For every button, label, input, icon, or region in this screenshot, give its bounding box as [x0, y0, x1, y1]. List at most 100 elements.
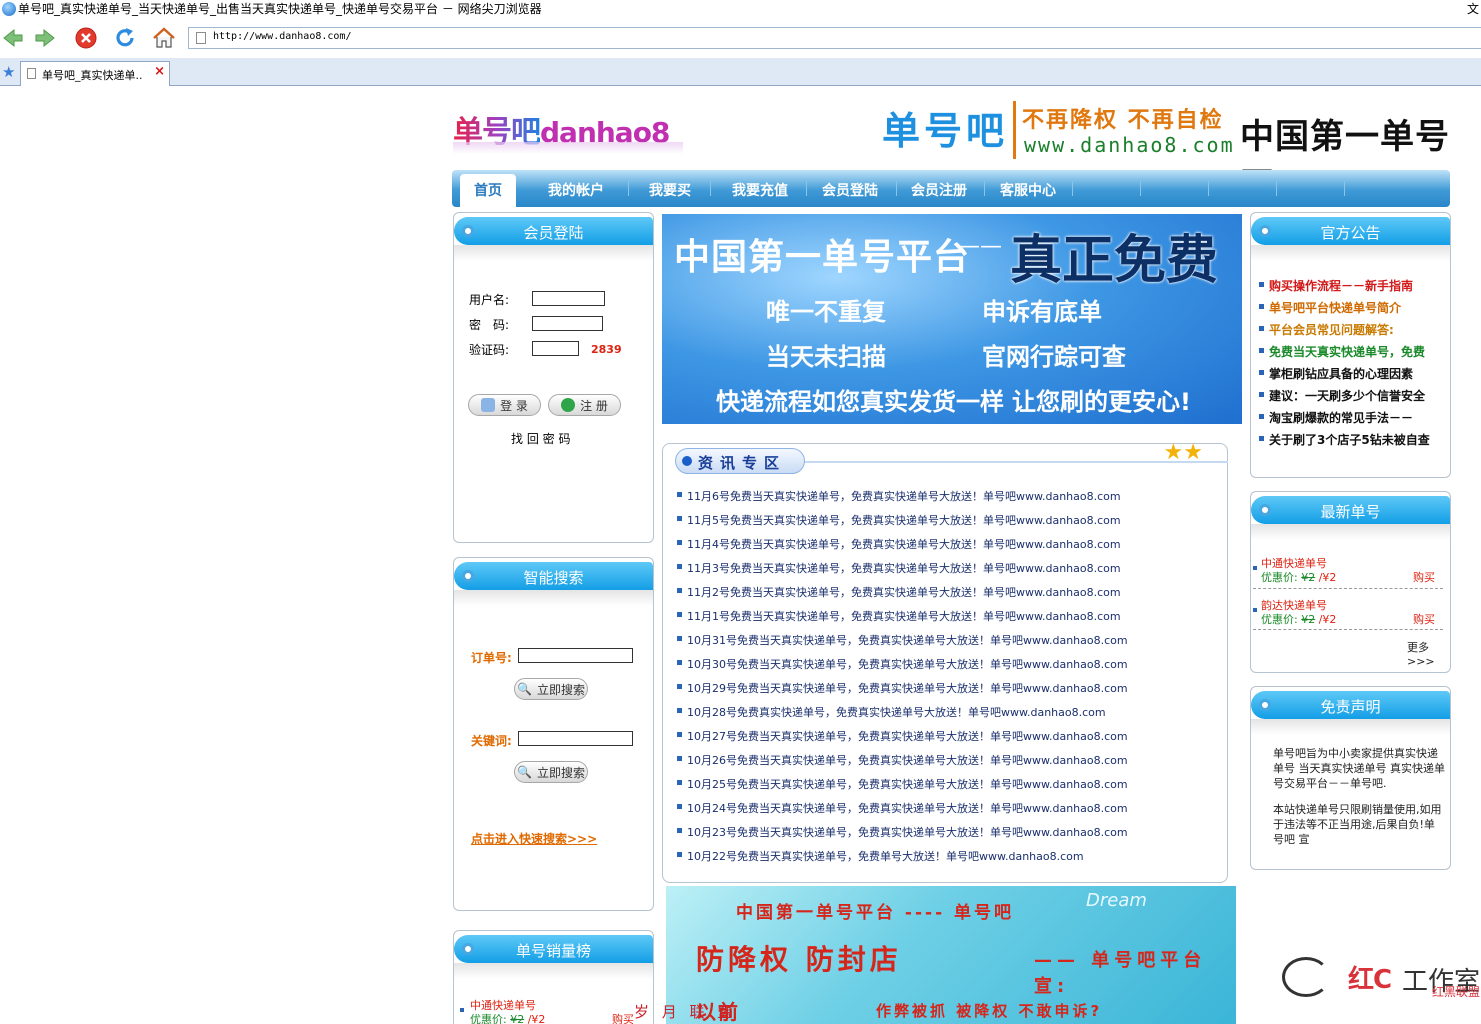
order-number-input[interactable] [518, 648, 633, 663]
news-item[interactable]: 10月27号免费当天真实快递单号，免费真实快递单号大放送！单号吧www.danh… [677, 728, 1128, 744]
latest-buy-link[interactable]: 购买 [1413, 611, 1435, 627]
hero-banner[interactable]: 中国第一单号平台 —— 真正免费 唯一不重复 申诉有底单 当天未扫描 官网行踪可… [662, 214, 1242, 424]
page-icon [196, 32, 206, 44]
hero-line4: 官网行踪可查 [982, 343, 1126, 371]
news-item[interactable]: 11月2号免费当天真实快递单号，免费真实快递单号大放送！单号吧www.danha… [677, 584, 1121, 600]
login-button[interactable]: 登 录 [468, 394, 541, 416]
nav-service[interactable]: 客服中心 [1000, 180, 1056, 200]
news-item[interactable]: 10月28号免费真实快递单号，免费真实快递单号大放送！单号吧www.danhao… [677, 704, 1106, 720]
nav-separator [1208, 181, 1209, 196]
disclaimer-text-1: 单号吧旨为中小卖家提供真实快递单号 当天真实快递单号 真实快递单号交易平台－－单… [1273, 747, 1445, 790]
username-label: 用户名: [469, 293, 510, 307]
nav-separator [1072, 181, 1073, 196]
nav-my-account[interactable]: 我的帐户 [548, 180, 604, 200]
news-item[interactable]: 11月5号免费当天真实快递单号，免费真实快递单号大放送！单号吧www.danha… [677, 512, 1121, 528]
address-url[interactable]: http://www.danhao8.com/ [213, 31, 351, 42]
search-box: 智能搜索 订单号: 🔍 立即搜索 关键词: 🔍 立即搜索 点击进入快速搜索>>> [453, 557, 654, 911]
new-price: /¥2 [1318, 571, 1337, 584]
stars-icon: ★★ [1163, 440, 1203, 465]
disclaimer-text-2: 本站快递单号只限刷销量使用,如用于违法等不正当用途,后果自负!单号吧 宣 [1273, 803, 1442, 846]
divider [1253, 629, 1443, 630]
tab-bar: ★ 单号吧_真实快递单.. × [0, 58, 1481, 86]
login-box: 会员登陆 用户名: 密 码: 验证码: 2839 登 录 注 册 找 回 密 码 [453, 212, 654, 543]
promo-brand: Dream [1086, 890, 1147, 911]
list-bullet [460, 1008, 464, 1012]
notice-item[interactable]: 关于刷了3个店子5钻未被自查 [1259, 431, 1430, 448]
search-box-header: 智能搜索 [454, 562, 653, 590]
forward-button[interactable] [32, 24, 60, 52]
refresh-button[interactable] [111, 24, 139, 52]
header-divider [1013, 101, 1016, 159]
stop-icon [75, 27, 97, 49]
tab-label: 单号吧_真实快递单.. [42, 69, 143, 82]
captcha-input[interactable] [532, 341, 579, 356]
back-arrow-icon [3, 28, 23, 48]
more-link[interactable]: 更多>>> [1407, 639, 1450, 668]
nav-recharge[interactable]: 我要充值 [732, 180, 788, 200]
window-titlebar: 单号吧_真实快递单号_当天快递单号_出售当天真实快递单号_快递单号交易平台 － … [0, 0, 1481, 18]
promo-banner[interactable]: Dream 中国第一单号平台 ---- 单号吧 防降权 防封店 —— 单号吧平台… [666, 886, 1236, 1024]
notice-item[interactable]: 免费当天真实快递单号，免费 [1258, 343, 1425, 360]
notice-item[interactable]: 建议：一天刷多少个信誉安全 [1258, 387, 1425, 404]
nav-home[interactable]: 首页 [460, 174, 516, 207]
notice-item[interactable]: 购买操作流程－－新手指南 [1258, 277, 1413, 294]
latest-buy-link[interactable]: 购买 [1413, 569, 1435, 585]
promo-line5: 作弊被抓 被降权 不敢申诉? [876, 1002, 1103, 1020]
news-item[interactable]: 11月4号免费当天真实快递单号，免费真实快递单号大放送！单号吧www.danha… [677, 536, 1121, 552]
username-input[interactable] [532, 291, 605, 306]
news-item[interactable]: 11月3号免费当天真实快递单号，免费真实快递单号大放送！单号吧www.danha… [677, 560, 1121, 576]
nav-login[interactable]: 会员登陆 [822, 180, 878, 200]
news-item[interactable]: 10月22号免费当天真实快递单号，免费单号大放送！单号吧www.danhao8.… [677, 848, 1084, 864]
price-label: 优惠价: [470, 1013, 507, 1024]
window-menu-label[interactable]: 文 [1467, 0, 1479, 18]
notice-item[interactable]: 单号吧平台快递单号简介 [1258, 299, 1401, 316]
nav-separator [1344, 181, 1345, 196]
notice-box-header: 官方公告 [1251, 217, 1450, 245]
sales-buy-link[interactable]: 购买 [612, 1011, 634, 1024]
keyword-input[interactable] [518, 731, 633, 746]
favorites-star-icon[interactable]: ★ [2, 64, 15, 80]
nav-buy[interactable]: 我要买 [649, 180, 691, 200]
keyword-label: 关键词: [471, 734, 512, 748]
nav-separator [628, 181, 629, 196]
captcha-image[interactable]: 2839 [591, 343, 622, 356]
header-slogan: 不再降权 不再自检 [1022, 108, 1224, 133]
news-item[interactable]: 10月26号免费当天真实快递单号，免费真实快递单号大放送！单号吧www.danh… [677, 752, 1128, 768]
news-item[interactable]: 10月31号免费当天真实快递单号，免费真实快递单号大放送！单号吧www.danh… [677, 632, 1128, 648]
news-item[interactable]: 10月29号免费当天真实快递单号，免费真实快递单号大放送！单号吧www.danh… [677, 680, 1128, 696]
news-header: 资讯专区 [675, 448, 805, 474]
nav-register[interactable]: 会员注册 [911, 180, 967, 200]
news-item[interactable]: 11月1号免费当天真实快递单号，免费真实快递单号大放送！单号吧www.danha… [677, 608, 1121, 624]
disclaimer-box-header: 免责声明 [1251, 691, 1450, 719]
main-nav: 首页 我的帐户 我要买 我要充值 会员登陆 会员注册 客服中心 [452, 170, 1450, 207]
promo-line3: —— 单号吧平台 宣: [1034, 950, 1207, 997]
users-icon [481, 398, 496, 412]
home-button[interactable] [150, 24, 178, 52]
browser-tab[interactable]: 单号吧_真实快递单.. × [20, 61, 170, 86]
stop-button[interactable] [72, 24, 100, 52]
hero-line5: 快递流程如您真实发货一样 [716, 388, 1004, 416]
notice-item[interactable]: 平台会员常见问题解答: [1259, 321, 1394, 338]
news-item[interactable]: 11月6号免费当天真实快递单号，免费真实快递单号大放送！单号吧www.danha… [677, 488, 1121, 504]
price-label: 优惠价: [1261, 571, 1298, 584]
hero-line6: 让您刷的更安心! [1012, 388, 1191, 416]
news-item[interactable]: 10月25号免费当天真实快递单号，免费真实快递单号大放送！单号吧www.danh… [677, 776, 1128, 792]
address-bar[interactable]: http://www.danhao8.com/ [188, 27, 1481, 49]
quick-search-link[interactable]: 点击进入快速搜索>>> [471, 830, 597, 847]
news-item[interactable]: 10月24号免费当天真实快递单号，免费真实快递单号大放送！单号吧www.danh… [677, 800, 1128, 816]
news-item[interactable]: 10月30号免费当天真实快递单号，免费真实快递单号大放送！单号吧www.danh… [677, 656, 1128, 672]
notice-item[interactable]: 淘宝刷爆款的常见手法－－ [1258, 409, 1413, 426]
forgot-password-link[interactable]: 找 回 密 码 [511, 430, 570, 447]
tab-close-icon[interactable]: × [154, 64, 165, 79]
hero-line1: 唯一不重复 [766, 298, 886, 326]
register-button[interactable]: 注 册 [548, 394, 621, 416]
password-input[interactable] [532, 316, 603, 331]
back-button[interactable] [0, 24, 26, 52]
latest-item-price: 优惠价: ¥2 /¥2 [1261, 611, 1336, 627]
news-item[interactable]: 10月23号免费当天真实快递单号，免费真实快递单号大放送！单号吧www.danh… [677, 824, 1128, 840]
keyword-search-button[interactable]: 🔍 立即搜索 [514, 761, 588, 783]
order-search-button[interactable]: 🔍 立即搜索 [514, 678, 588, 700]
notice-title: 官方公告 [1320, 224, 1381, 242]
promo-line1: 中国第一单号平台 ---- 单号吧 [736, 903, 1015, 923]
notice-item[interactable]: 掌柜刷钻应具备的心理因素 [1258, 365, 1413, 382]
